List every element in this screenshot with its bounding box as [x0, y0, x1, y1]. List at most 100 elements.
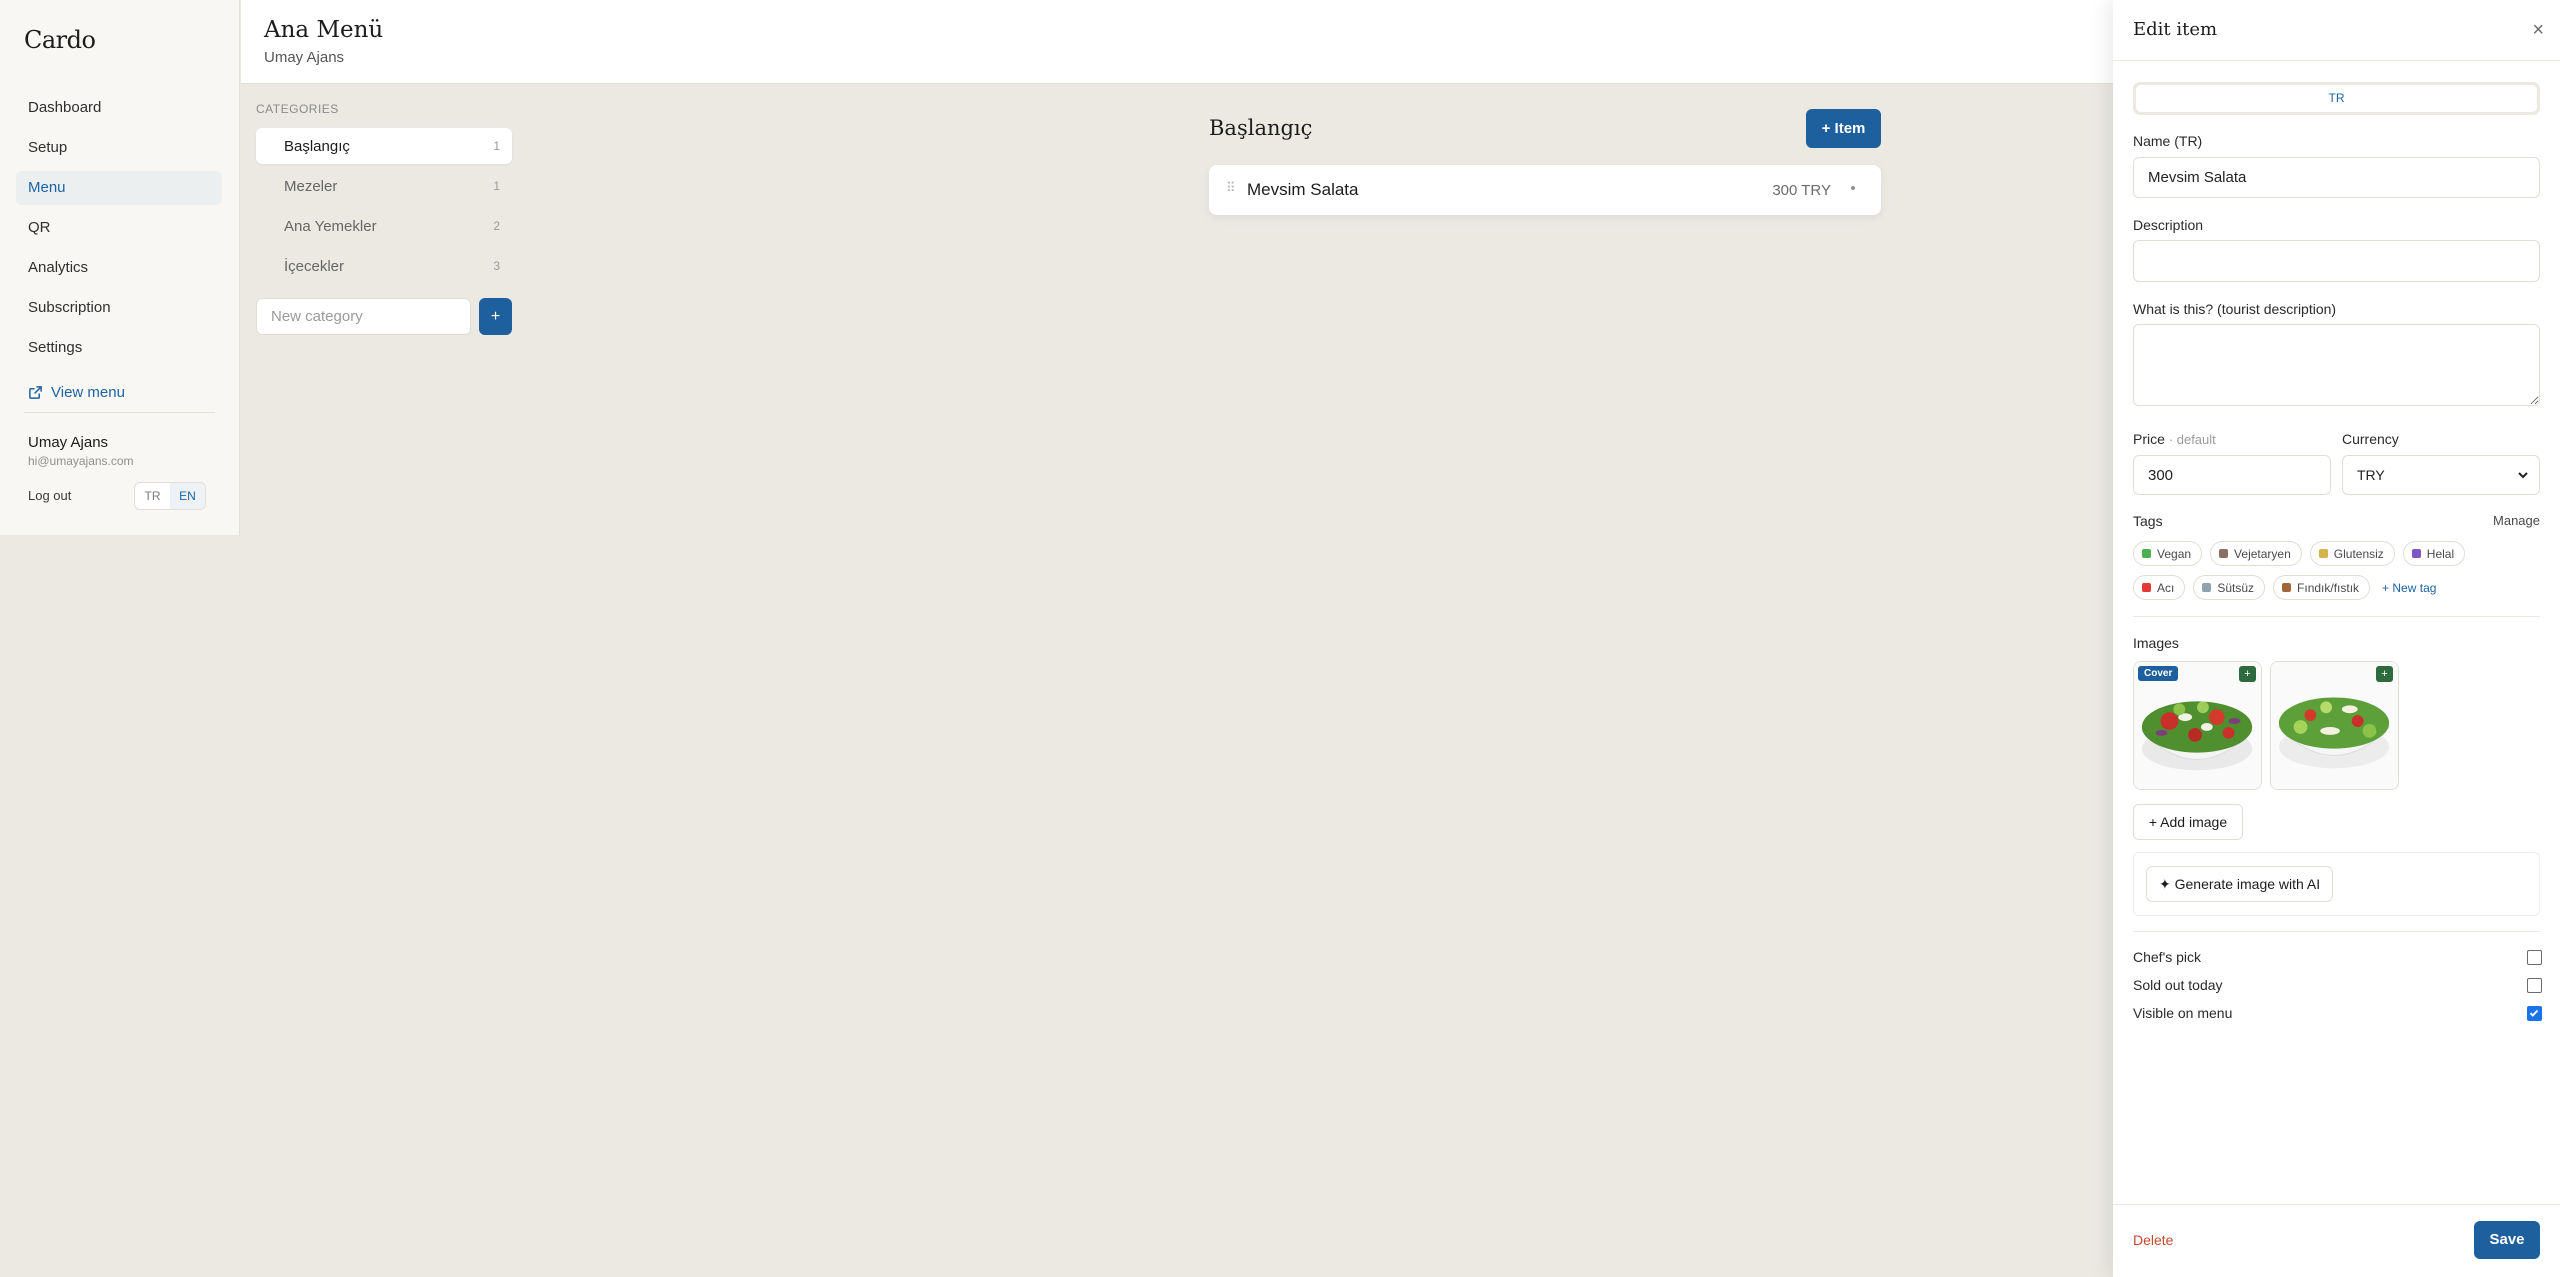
category-count: 2	[493, 219, 500, 233]
view-menu-label: View menu	[51, 384, 125, 401]
page-header: Ana Menü Umay Ajans	[241, 0, 2113, 84]
language-switcher: TR EN	[134, 482, 206, 510]
new-tag-button[interactable]: + New tag	[2378, 575, 2447, 600]
sidebar-item-setup[interactable]: Setup	[16, 131, 222, 165]
category-label: Mezeler	[284, 177, 338, 195]
logout-link[interactable]: Log out	[28, 488, 71, 503]
category-label: Ana Yemekler	[284, 217, 377, 235]
sidebar: Cardo Dashboard Setup Menu QR Analytics …	[0, 0, 240, 535]
name-label: Name (TR)	[2133, 133, 2203, 149]
category-item-icecekler[interactable]: İçecekler 3	[256, 248, 512, 284]
user-email: hi@umayajans.com	[28, 454, 134, 468]
view-menu-link[interactable]: View menu	[28, 384, 125, 401]
visible-checkbox[interactable]	[2527, 1005, 2542, 1021]
category-count: 1	[493, 139, 500, 153]
tag-sutsuz[interactable]: Sütsüz	[2193, 575, 2266, 600]
new-category-input[interactable]	[256, 298, 471, 335]
lang-en[interactable]: EN	[170, 483, 205, 509]
close-icon[interactable]: ×	[2532, 20, 2544, 40]
page-subtitle: Umay Ajans	[264, 49, 345, 66]
tag-label: Glutensiz	[2333, 546, 2384, 561]
sold-out-row: Sold out today	[2133, 977, 2542, 993]
nut-icon	[2282, 583, 2292, 592]
tag-aci[interactable]: Acı	[2133, 575, 2186, 600]
item-status-dot	[1851, 186, 1855, 190]
price-label: Price · default	[2133, 431, 2216, 447]
category-item-baslangic[interactable]: Başlangıç 1	[256, 128, 512, 164]
external-link-icon	[29, 386, 42, 399]
item-name: Mevsim Salata	[1247, 180, 1359, 199]
generate-image-ai-button[interactable]: ✦ Generate image with AI	[2146, 866, 2334, 902]
description-label: Description	[2133, 217, 2204, 233]
save-button[interactable]: Save	[2474, 1221, 2540, 1259]
drag-handle-icon[interactable]: ⠿	[1226, 180, 1235, 196]
manage-tags-link[interactable]: Manage	[2493, 513, 2540, 528]
menu-item-card[interactable]: ⠿ Mevsim Salata 300 TRY	[1209, 165, 1881, 215]
categories-heading: CATEGORIES	[256, 102, 339, 116]
edit-item-drawer: Edit item × TR Name (TR) Description Wha…	[2113, 0, 2560, 1277]
drawer-divider	[2133, 616, 2540, 617]
chili-icon	[2142, 583, 2151, 592]
tag-glutensiz[interactable]: Glutensiz	[2309, 541, 2395, 566]
drawer-divider	[2113, 60, 2560, 61]
tag-helal[interactable]: Helal	[2402, 541, 2466, 566]
sidebar-item-menu[interactable]: Menu	[16, 171, 222, 205]
image-plus-icon[interactable]: +	[2239, 666, 2256, 682]
chefs-pick-label: Chef's pick	[2133, 949, 2202, 965]
ai-generate-box: ✦ Generate image with AI	[2133, 852, 2540, 916]
chevron-down-icon	[2518, 472, 2528, 479]
delete-button[interactable]: Delete	[2133, 1232, 2173, 1248]
tag-vejetaryen[interactable]: Vejetaryen	[2210, 541, 2302, 566]
category-item-mezeler[interactable]: Mezeler 1	[256, 168, 512, 204]
tag-label: Helal	[2426, 546, 2455, 561]
milk-icon	[2202, 583, 2212, 592]
tag-vegan[interactable]: Vegan	[2133, 541, 2203, 566]
tag-label: Vejetaryen	[2234, 546, 2291, 561]
category-count: 3	[493, 259, 500, 273]
image-tile-2[interactable]: +	[2270, 661, 2399, 790]
tab-tr[interactable]: TR	[2136, 85, 2537, 112]
sold-out-label: Sold out today	[2133, 977, 2223, 993]
tags-row-2: Acı Sütsüz Fındık/fıstık + New tag	[2133, 575, 2545, 600]
visible-label: Visible on menu	[2133, 1005, 2233, 1021]
category-item-ana-yemekler[interactable]: Ana Yemekler 2	[256, 208, 512, 244]
price-field[interactable]	[2133, 455, 2331, 495]
sidebar-item-dashboard[interactable]: Dashboard	[16, 91, 222, 125]
tag-label: Acı	[2157, 580, 2175, 595]
sidebar-item-subscription[interactable]: Subscription	[16, 291, 222, 325]
sidebar-item-analytics[interactable]: Analytics	[16, 251, 222, 285]
tags-row-1: Vegan Vejetaryen Glutensiz Helal	[2133, 541, 2545, 566]
category-label: Başlangıç	[284, 137, 350, 155]
wheat-icon	[2318, 549, 2328, 558]
category-list: Başlangıç 1 Mezeler 1 Ana Yemekler 2 İçe…	[256, 128, 512, 288]
image-plus-icon[interactable]: +	[2376, 666, 2393, 682]
currency-value: TRY	[2357, 467, 2385, 483]
currency-select[interactable]: TRY	[2342, 455, 2540, 495]
add-item-button[interactable]: + Item	[1806, 109, 1881, 148]
category-count: 1	[493, 179, 500, 193]
tag-findik-fistik[interactable]: Fındık/fıstık	[2273, 575, 2371, 600]
price-label-text: Price	[2133, 431, 2165, 447]
description-field[interactable]	[2133, 240, 2540, 282]
images-label: Images	[2133, 635, 2179, 651]
sidebar-item-settings[interactable]: Settings	[16, 331, 222, 365]
name-field[interactable]	[2133, 157, 2540, 198]
add-image-button[interactable]: + Add image	[2133, 804, 2243, 840]
halal-icon	[2411, 549, 2421, 558]
veggie-icon	[2219, 549, 2229, 558]
add-category-button[interactable]: +	[479, 298, 512, 335]
visible-row: Visible on menu	[2133, 1005, 2542, 1021]
chefs-pick-checkbox[interactable]	[2527, 949, 2542, 965]
tags-label: Tags	[2133, 513, 2163, 529]
lang-tr[interactable]: TR	[135, 483, 170, 509]
image-tile-cover[interactable]: Cover +	[2133, 661, 2262, 790]
drawer-divider	[2133, 931, 2540, 932]
cover-badge: Cover	[2138, 666, 2179, 681]
sidebar-item-qr[interactable]: QR	[16, 211, 222, 245]
drawer-title: Edit item	[2133, 19, 2218, 40]
page-title: Ana Menü	[264, 17, 384, 43]
language-tabs: TR	[2133, 82, 2540, 115]
tourist-description-field[interactable]	[2133, 324, 2540, 406]
leaf-icon	[2142, 549, 2151, 558]
sold-out-checkbox[interactable]	[2527, 977, 2542, 993]
